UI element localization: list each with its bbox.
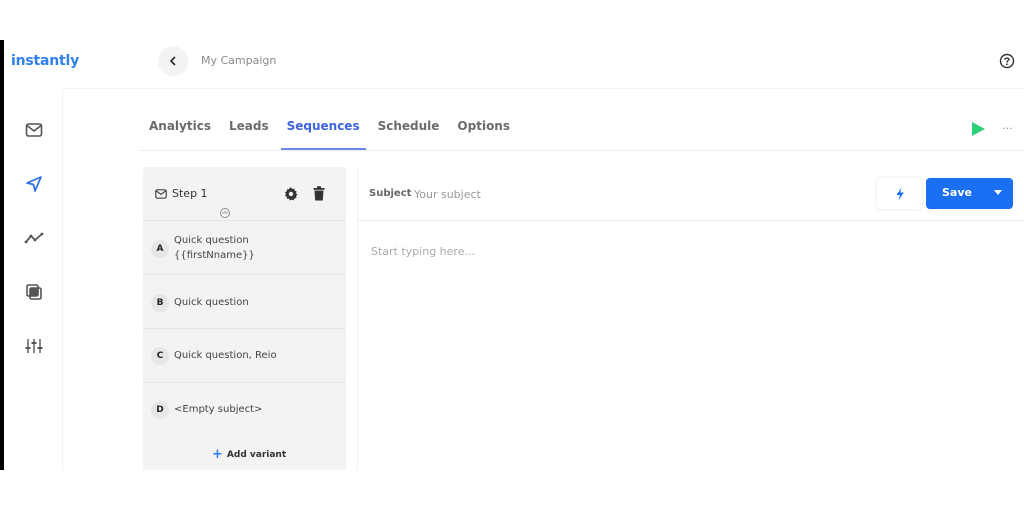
step-header[interactable]: Step 1 xyxy=(143,167,346,221)
trend-line-icon xyxy=(24,232,44,244)
send-icon xyxy=(26,176,42,192)
variant-subject: Quick question, Reio xyxy=(174,350,277,361)
variables-button[interactable] xyxy=(877,178,922,209)
back-button[interactable] xyxy=(158,46,188,76)
email-body-input[interactable] xyxy=(371,245,1011,445)
variant-subject: Quick question xyxy=(174,297,249,308)
add-variant-label: Add variant xyxy=(226,450,287,460)
variant-subject: <Empty subject> xyxy=(174,404,263,415)
plus-icon: + xyxy=(212,447,223,462)
lightning-icon xyxy=(896,187,904,200)
caret-down-icon[interactable] xyxy=(994,190,1002,195)
sidebar-item-analytics[interactable] xyxy=(24,228,44,248)
email-editor: Subject Save xyxy=(357,167,1024,470)
gear-icon[interactable] xyxy=(284,187,298,201)
tab-leads[interactable]: Leads xyxy=(220,108,278,150)
trash-icon[interactable] xyxy=(313,186,325,201)
add-variant-button[interactable]: + Add variant xyxy=(212,447,287,462)
sidebar-item-inbox[interactable] xyxy=(24,120,44,140)
variant-letter: B xyxy=(151,294,169,312)
sidebar-item-campaigns[interactable] xyxy=(24,174,44,194)
variant-letter: D xyxy=(151,401,169,419)
more-options-button[interactable]: ··· xyxy=(1002,122,1013,135)
chevron-left-icon xyxy=(170,56,176,66)
mail-icon xyxy=(25,123,43,137)
subject-input[interactable] xyxy=(414,184,714,204)
sidebar xyxy=(4,89,63,470)
tab-analytics[interactable]: Analytics xyxy=(140,108,220,150)
save-label: Save xyxy=(942,186,972,199)
save-button[interactable]: Save xyxy=(926,178,1013,209)
variant-item-b[interactable]: B Quick question xyxy=(143,276,346,329)
header-divider xyxy=(64,88,1024,89)
copy-layers-icon xyxy=(26,284,42,300)
step-title: Step 1 xyxy=(155,187,208,200)
subject-label: Subject xyxy=(369,188,412,199)
subject-row: Subject Save xyxy=(358,167,1024,221)
variant-item-d[interactable]: D <Empty subject> xyxy=(143,384,346,437)
variant-item-c[interactable]: C Quick question, Reio xyxy=(143,330,346,383)
sliders-icon xyxy=(25,339,43,353)
campaign-name: My Campaign xyxy=(201,54,277,67)
question-circle-icon[interactable] xyxy=(999,53,1015,69)
tab-sequences[interactable]: Sequences xyxy=(278,108,369,150)
campaign-tabs: Analytics Leads Sequences Schedule Optio… xyxy=(140,108,519,150)
variant-letter: A xyxy=(151,240,169,258)
variant-letter: C xyxy=(151,347,169,365)
tabs-divider xyxy=(140,150,1024,151)
sidebar-item-templates[interactable] xyxy=(24,282,44,302)
app-logo[interactable]: instantly xyxy=(11,53,79,69)
variant-subject: Quick question {{firstNname}} xyxy=(174,235,255,261)
sidebar-item-settings[interactable] xyxy=(24,336,44,356)
tab-schedule[interactable]: Schedule xyxy=(369,108,449,150)
sequence-steps-panel: Step 1 A Quick question {{firstNname}} B… xyxy=(143,167,346,470)
play-icon[interactable] xyxy=(970,121,986,137)
mail-icon xyxy=(155,188,167,199)
variant-item-a[interactable]: A Quick question {{firstNname}} xyxy=(143,222,346,275)
hand-cursor-icon xyxy=(220,208,230,218)
step-title-text: Step 1 xyxy=(172,187,208,200)
tab-options[interactable]: Options xyxy=(448,108,519,150)
